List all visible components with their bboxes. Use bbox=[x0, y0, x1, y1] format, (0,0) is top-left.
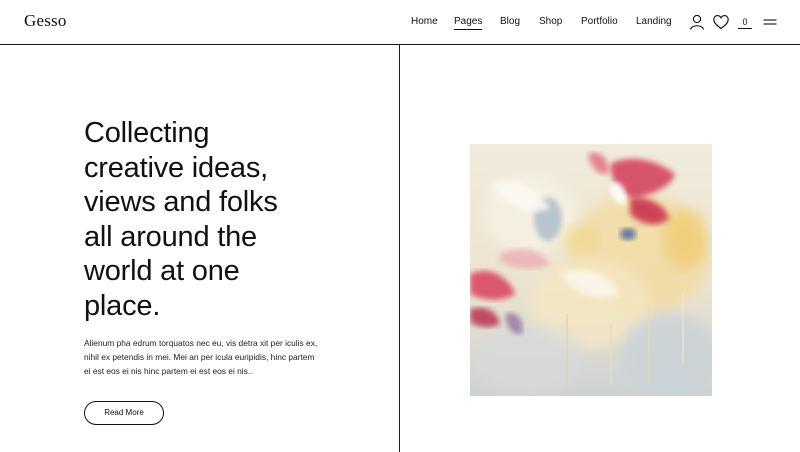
headline-line: all around the bbox=[84, 220, 257, 253]
cart-count[interactable]: 0 bbox=[738, 17, 752, 29]
headline-line: views and folks bbox=[84, 186, 278, 218]
nav-item-portfolio[interactable]: Portfolio bbox=[581, 16, 618, 27]
main-nav: Home Pages Blog Shop Portfolio Landing bbox=[0, 16, 800, 30]
menu-icon[interactable] bbox=[761, 13, 779, 31]
nav-item-pages[interactable]: Pages bbox=[454, 16, 483, 30]
read-more-button[interactable]: Read More bbox=[84, 401, 164, 425]
user-icon[interactable] bbox=[688, 13, 706, 31]
headline-line: place. bbox=[84, 289, 161, 322]
description-line: nihil ex petendis in mei. Mei an per icu… bbox=[84, 352, 315, 362]
nav-item-home[interactable]: Home bbox=[411, 16, 438, 27]
hero-headline: Collecting creative ideas, views and fol… bbox=[84, 116, 384, 323]
headline-line: world at one bbox=[84, 255, 240, 287]
nav-item-shop[interactable]: Shop bbox=[539, 16, 562, 27]
nav-item-landing[interactable]: Landing bbox=[636, 16, 672, 27]
nav-item-blog[interactable]: Blog bbox=[500, 16, 520, 27]
heart-icon[interactable] bbox=[712, 13, 730, 31]
artwork-image bbox=[470, 144, 712, 396]
site-header: Gesso Home Pages Blog Shop Portfolio Lan… bbox=[0, 0, 800, 45]
description-line: Alienum pha edrum torquatos nec eu, vis … bbox=[84, 338, 318, 348]
description-line: ei est eos ei nis hinc partem ei est eos… bbox=[84, 366, 253, 376]
headline-line: creative ideas, bbox=[84, 151, 268, 184]
vertical-divider bbox=[399, 45, 400, 452]
hero-description: Alienum pha edrum torquatos nec eu, vis … bbox=[84, 336, 364, 378]
headline-line: Collecting bbox=[84, 117, 210, 149]
